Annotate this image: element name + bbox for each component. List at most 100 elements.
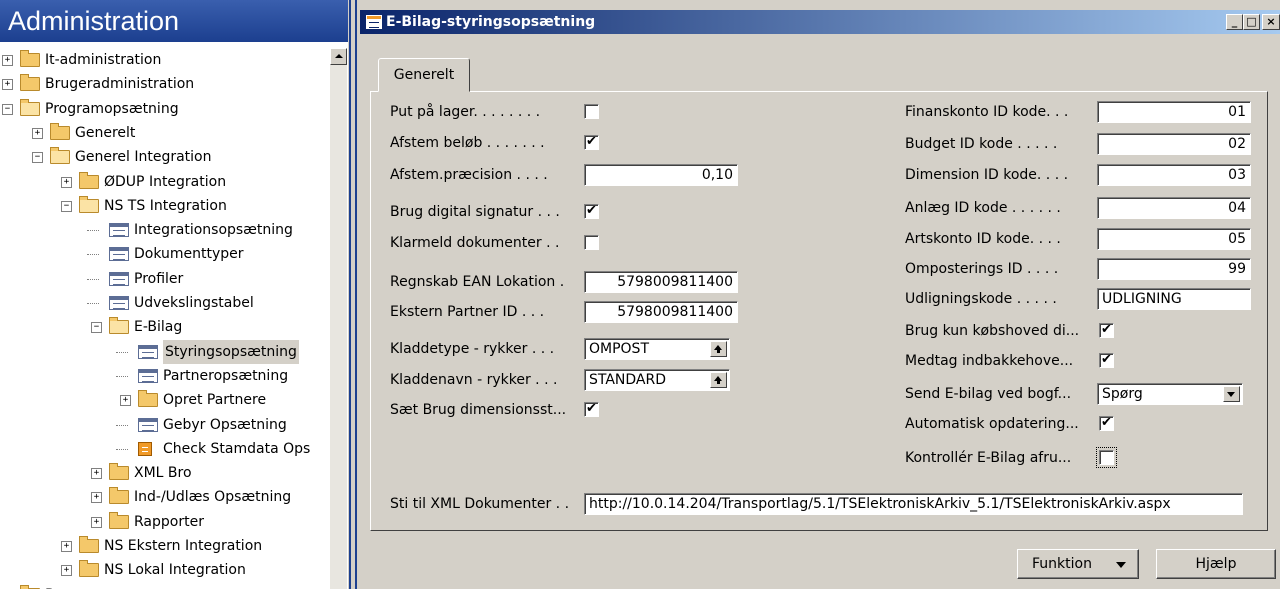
tree-item[interactable]: + Brugeradministration	[0, 72, 330, 96]
tree-item-label: XML Bro	[134, 465, 192, 481]
folder-icon	[79, 536, 99, 553]
tree-item[interactable]: + Generelt	[0, 121, 330, 145]
afstem-beloeb-checkbox[interactable]: ✔	[584, 135, 599, 150]
expand-icon[interactable]: +	[120, 395, 131, 406]
kladdenavn-rykker-label: Kladdenavn - rykker . . .	[390, 372, 558, 388]
tree-connector	[87, 230, 99, 231]
budget-id-label: Budget ID kode . . . . .	[905, 136, 1058, 152]
udligningskode-label: Udligningskode . . . . .	[905, 291, 1057, 307]
tree-item[interactable]: +Brugere	[0, 583, 330, 589]
tree-item[interactable]: Partneropsætning	[0, 364, 330, 388]
expand-icon[interactable]: +	[61, 177, 72, 188]
expand-icon[interactable]: +	[32, 128, 43, 139]
tree-item[interactable]: + NS Ekstern Integration	[0, 534, 330, 558]
window-titlebar[interactable]: E-Bilag-styringsopsætning _ □ ×	[360, 10, 1280, 34]
put-paa-lager-checkbox[interactable]	[584, 104, 599, 119]
ekstern-partner-id-field[interactable]: 5798009811400	[584, 301, 738, 323]
anlaeg-id-field[interactable]: 04	[1097, 197, 1251, 219]
klarmeld-dokumenter-checkbox[interactable]	[584, 235, 599, 250]
expand-icon[interactable]: +	[2, 55, 13, 66]
expand-icon[interactable]: +	[91, 492, 102, 503]
dropdown-arrow-icon[interactable]	[1223, 386, 1240, 402]
hjaelp-button[interactable]: Hjælp	[1156, 549, 1276, 579]
maximize-button[interactable]: □	[1243, 14, 1260, 30]
kladdetype-rykker-field[interactable]: OMPOST	[584, 338, 730, 360]
collapse-icon[interactable]: −	[91, 322, 102, 333]
tree-item[interactable]: + NS Lokal Integration	[0, 558, 330, 582]
udligningskode-field[interactable]: UDLIGNING	[1097, 288, 1251, 310]
tree-item-label: Generel Integration	[75, 149, 212, 165]
finanskonto-id-label: Finanskonto ID kode. . .	[905, 104, 1069, 120]
close-button[interactable]: ×	[1262, 14, 1280, 30]
expand-icon[interactable]: +	[61, 541, 72, 552]
form-icon	[109, 272, 129, 286]
kladdetype-rykker-label: Kladdetype - rykker . . .	[390, 341, 555, 357]
tree-item[interactable]: − Programopsætning	[0, 97, 330, 121]
budget-id-field[interactable]: 02	[1097, 133, 1251, 155]
tree-item[interactable]: − E-Bilag	[0, 315, 330, 339]
dimension-id-field[interactable]: 03	[1097, 164, 1251, 186]
tree-item[interactable]: Check Stamdata Ops	[0, 437, 330, 461]
kontroller-ebilag-checkbox[interactable]	[1096, 447, 1117, 468]
report-icon	[138, 442, 152, 456]
expand-icon[interactable]: +	[2, 79, 13, 90]
tree-item[interactable]: + Rapporter	[0, 510, 330, 534]
brug-kun-koebshoved-checkbox[interactable]: ✔	[1099, 323, 1114, 338]
folder-open-icon	[109, 317, 129, 334]
expand-icon[interactable]: +	[91, 468, 102, 479]
folder-icon	[138, 390, 158, 407]
tree-item[interactable]: Dokumenttyper	[0, 242, 330, 266]
collapse-icon[interactable]: −	[61, 201, 72, 212]
tree-item[interactable]: + ØDUP Integration	[0, 170, 330, 194]
artskonto-id-field[interactable]: 05	[1097, 228, 1251, 250]
expand-icon[interactable]: +	[91, 517, 102, 528]
kladdenavn-rykker-field[interactable]: STANDARD	[584, 369, 730, 391]
tree-item-label: Styringsopsætning	[163, 340, 299, 364]
tab-generelt[interactable]: Generelt	[378, 58, 470, 92]
form-icon	[109, 223, 129, 237]
lookup-up-arrow-icon[interactable]	[710, 372, 727, 388]
tree-item[interactable]: Integrationsopsætning	[0, 218, 330, 242]
folder-icon	[20, 74, 40, 91]
scroll-up-arrow-icon[interactable]	[330, 48, 347, 65]
funktion-button-label: Funktion	[1032, 556, 1092, 572]
saet-brug-dimension-checkbox[interactable]: ✔	[584, 402, 599, 417]
regnskab-ean-field[interactable]: 5798009811400	[584, 271, 738, 293]
funktion-button[interactable]: Funktion	[1017, 549, 1139, 579]
tree-item-label: Brugeradministration	[45, 76, 195, 92]
tree-item[interactable]: Styringsopsætning	[0, 340, 330, 364]
tree-item[interactable]: Udvekslingstabel	[0, 291, 330, 315]
minimize-button[interactable]: _	[1226, 14, 1243, 30]
omposterings-id-label: Omposterings ID . . . .	[905, 261, 1059, 277]
automatisk-opdatering-checkbox[interactable]: ✔	[1099, 416, 1114, 431]
check-mark-icon: ✔	[1101, 352, 1112, 367]
tree-item[interactable]: + Ind-/Udlæs Opsætning	[0, 485, 330, 509]
kladdetype-rykker-value: OMPOST	[589, 341, 649, 357]
afstem-praecision-field[interactable]: 0,10	[584, 164, 738, 186]
tree-connector	[116, 425, 128, 426]
brug-digital-signatur-checkbox[interactable]: ✔	[584, 204, 599, 219]
tree-item[interactable]: + It-administration	[0, 48, 330, 72]
tree-item[interactable]: + Opret Partnere	[0, 388, 330, 412]
tree-item[interactable]: − Generel Integration	[0, 145, 330, 169]
tree-item[interactable]: Profiler	[0, 267, 330, 291]
finanskonto-id-field[interactable]: 01	[1097, 101, 1251, 123]
expand-icon[interactable]: +	[61, 565, 72, 576]
tree-scrollbar[interactable]	[330, 48, 347, 589]
setup-window: E-Bilag-styringsopsætning _ □ × Generelt…	[360, 0, 1280, 589]
medtag-indbakkehoved-checkbox[interactable]: ✔	[1099, 353, 1114, 368]
navigation-pane: Administration + It-administration + Bruger…	[0, 0, 348, 589]
tree-item[interactable]: + XML Bro	[0, 461, 330, 485]
collapse-icon[interactable]: −	[32, 152, 43, 163]
pane-splitter[interactable]	[348, 0, 360, 589]
collapse-icon[interactable]: −	[2, 104, 13, 115]
tree-item[interactable]: Gebyr Opsætning	[0, 413, 330, 437]
tree-item[interactable]: − NS TS Integration	[0, 194, 330, 218]
lookup-up-arrow-icon[interactable]	[710, 341, 727, 357]
afstem-praecision-label: Afstem.præcision . . . .	[390, 167, 548, 183]
omposterings-id-field[interactable]: 99	[1097, 258, 1251, 280]
tree-item-label: NS Lokal Integration	[104, 562, 246, 578]
sti-xml-field[interactable]: http://10.0.14.204/Transportlag/5.1/TSEl…	[584, 493, 1243, 515]
form-icon	[138, 418, 158, 432]
send-ebilag-select[interactable]: Spørg	[1097, 383, 1243, 405]
